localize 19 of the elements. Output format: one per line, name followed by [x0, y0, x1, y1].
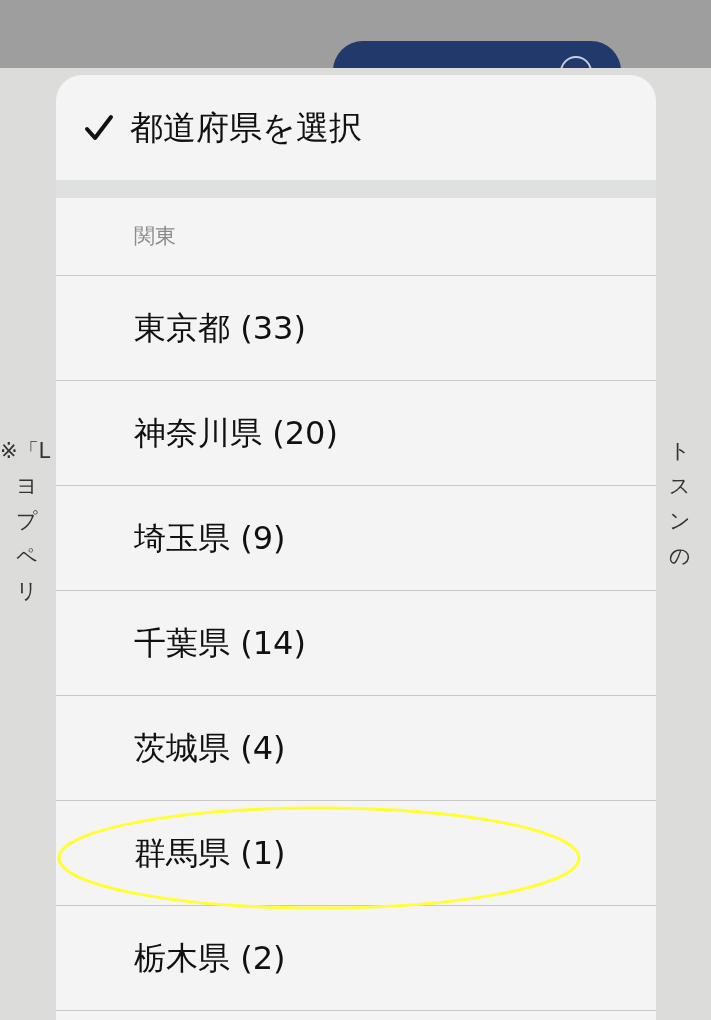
note-text: リ — [15, 578, 39, 605]
option-row[interactable]: 埼玉県 (9) — [56, 486, 656, 591]
picker-header[interactable]: 都道府県を選択 — [56, 75, 656, 180]
option-row[interactable]: 東京都 (33) — [56, 276, 656, 381]
note-text: ト — [669, 438, 691, 465]
note-text: ペ — [15, 543, 39, 570]
option-row[interactable]: 群馬県 (1) — [56, 801, 656, 906]
note-text: プ — [15, 508, 39, 535]
note-text: の — [669, 543, 691, 570]
option-row[interactable]: 栃木県 (2) — [56, 906, 656, 1011]
option-row[interactable]: 茨城県 (4) — [56, 696, 656, 801]
group-header: 関東 — [134, 222, 176, 250]
note-text: ス — [669, 473, 691, 500]
note-text: ヨ — [15, 473, 39, 500]
note-text: ン — [669, 508, 691, 535]
note-text: ※「L — [0, 438, 52, 465]
option-row[interactable]: 神奈川県 (20) — [56, 381, 656, 486]
picker-title: 都道府県を選択 — [130, 106, 362, 149]
option-row[interactable]: 千葉県 (14) — [56, 591, 656, 696]
